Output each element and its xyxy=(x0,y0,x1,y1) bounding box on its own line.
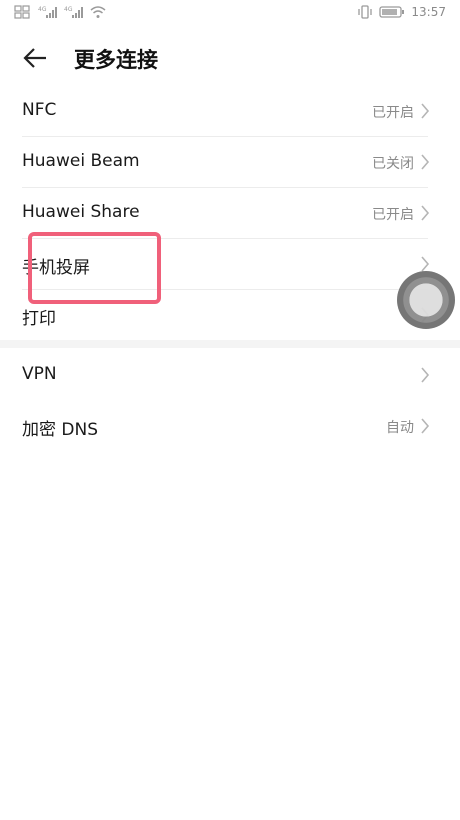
chevron-right-icon xyxy=(421,205,430,221)
highlight-box xyxy=(28,232,161,304)
list-item-label: NFC xyxy=(22,100,57,120)
list-item-label: VPN xyxy=(22,364,57,384)
svg-text:4G: 4G xyxy=(38,6,47,13)
chevron-right-icon xyxy=(421,367,430,383)
list-item-value: 已关闭 xyxy=(372,156,414,172)
list-item-nfc[interactable]: NFC 已开启 xyxy=(0,86,460,137)
svg-text:4G: 4G xyxy=(64,6,73,13)
list-item-label: 加密 DNS xyxy=(22,420,99,440)
list-item-value: 自动 xyxy=(386,420,414,436)
signal-4g-icon: 4G xyxy=(64,6,83,18)
back-arrow-icon[interactable] xyxy=(22,46,48,70)
page-title: 更多连接 xyxy=(74,48,158,72)
chevron-right-icon xyxy=(421,154,430,170)
list-item-huawei-beam[interactable]: Huawei Beam 已关闭 xyxy=(0,137,460,188)
list-item-encrypted-dns[interactable]: 加密 DNS 自动 xyxy=(0,401,460,452)
wifi-icon xyxy=(90,6,106,18)
list-item-label: Huawei Beam xyxy=(22,151,140,171)
network-list: VPN 加密 DNS 自动 xyxy=(0,350,460,452)
vibrate-icon xyxy=(358,5,373,19)
list-item-vpn[interactable]: VPN xyxy=(0,350,460,401)
app-header: 更多连接 xyxy=(0,36,460,80)
section-separator xyxy=(0,340,460,348)
status-bar: 4G 4G 13:57 xyxy=(0,0,460,28)
floating-assistive-button[interactable] xyxy=(397,271,455,329)
list-item-value: 已开启 xyxy=(372,207,414,223)
signal-4g-icon: 4G xyxy=(38,6,57,18)
list-item-label: 打印 xyxy=(22,309,56,329)
chevron-right-icon xyxy=(421,418,430,434)
list-item-value: 已开启 xyxy=(372,105,414,121)
list-item-label: Huawei Share xyxy=(22,202,140,222)
status-time: 13:57 xyxy=(411,5,446,19)
chevron-right-icon xyxy=(421,103,430,119)
hd-icon xyxy=(14,5,30,19)
battery-icon xyxy=(379,6,405,18)
